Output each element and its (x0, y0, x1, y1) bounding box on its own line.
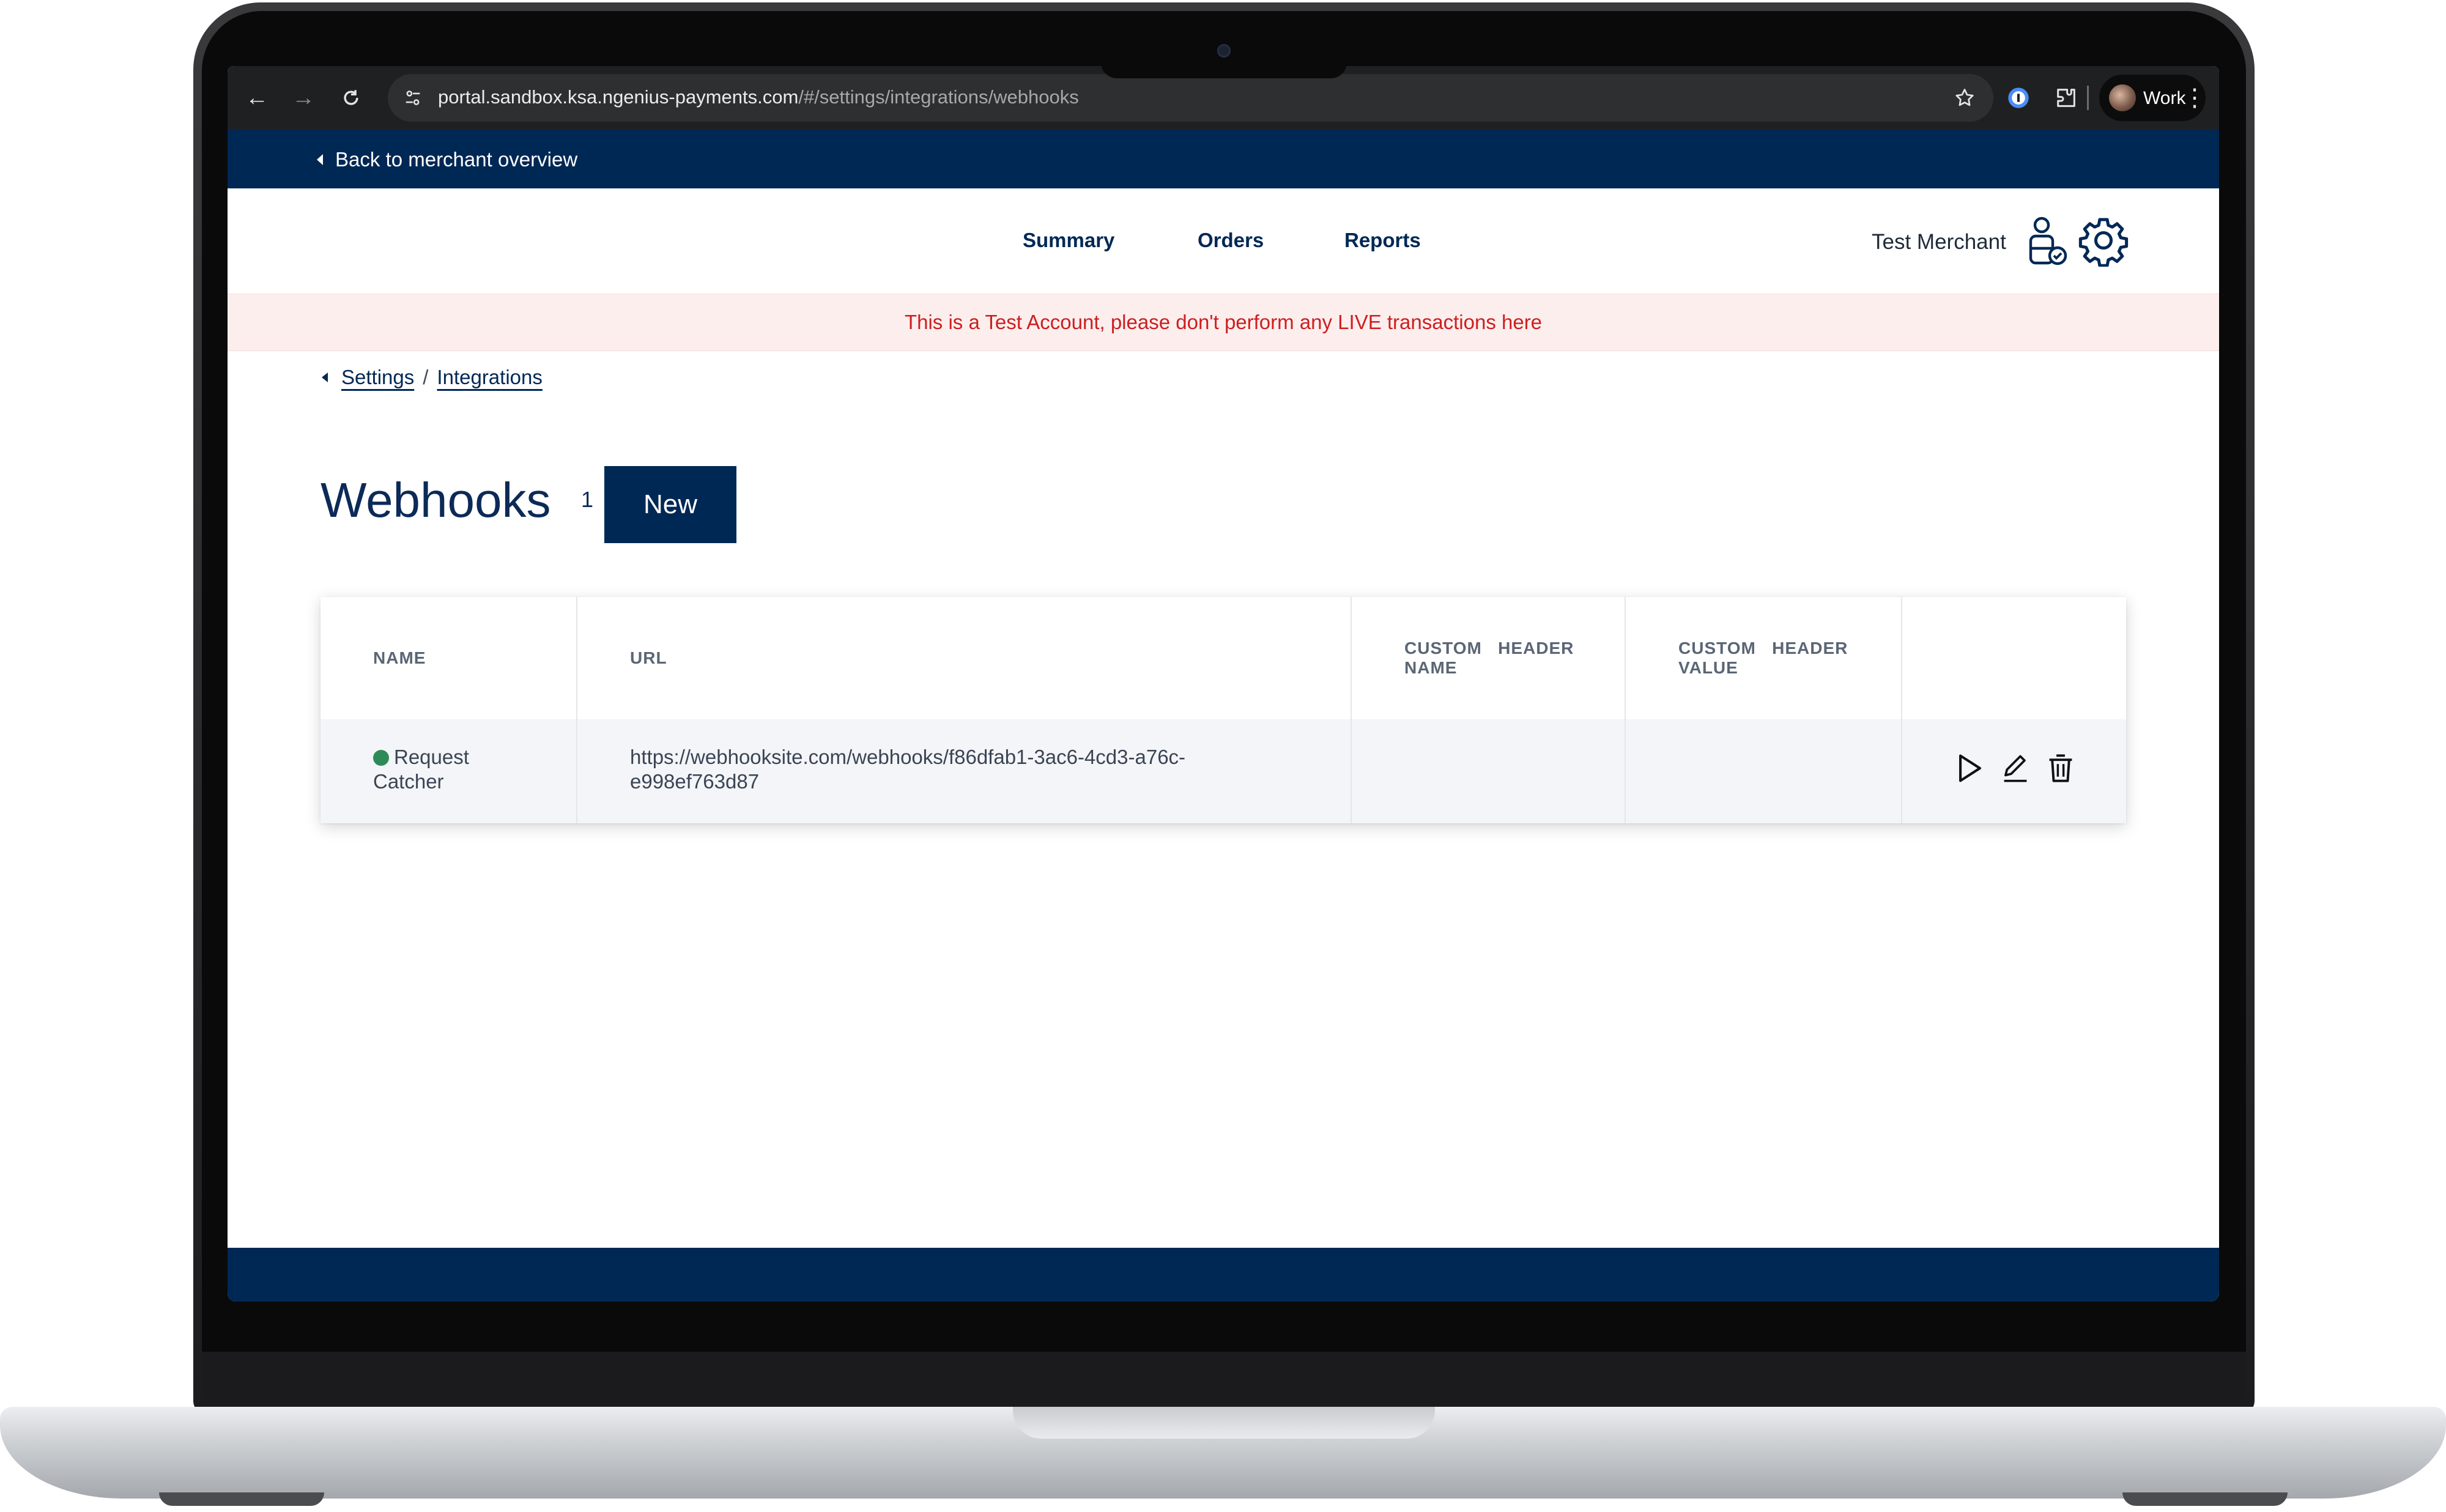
url-host: portal.sandbox.ksa.ngenius-payments.com (438, 86, 799, 108)
laptop-frame: ← → portal.sandbox.ksa.ngenius-payments.… (0, 0, 2446, 1512)
column-custom-header-name: CUSTOM HEADER NAME (1352, 597, 1626, 823)
forward-arrow-icon[interactable]: → (285, 80, 322, 116)
address-bar[interactable]: portal.sandbox.ksa.ngenius-payments.com/… (388, 74, 1993, 122)
breadcrumb-settings[interactable]: Settings (341, 366, 414, 389)
toolbar-divider (2087, 86, 2089, 110)
header-custom-header-value-line1: CUSTOM HEADER (1678, 639, 1848, 658)
header-name: NAME (373, 648, 426, 667)
new-webhook-button[interactable]: New (604, 466, 736, 543)
column-custom-header-value: CUSTOM HEADER VALUE (1626, 597, 1902, 823)
laptop-foot-left (159, 1492, 324, 1506)
profile-avatar (2109, 84, 2136, 111)
laptop-foot-right (2122, 1492, 2288, 1506)
nav-orders[interactable]: Orders (1198, 229, 1264, 252)
header-actions (1902, 597, 2126, 719)
column-url: URL https://webhooksite.com/webhooks/f86… (577, 597, 1352, 823)
merchant-name[interactable]: Test Merchant (1872, 230, 2006, 254)
laptop-base-notch (1013, 1407, 1435, 1439)
row-url-cell: https://webhooksite.com/webhooks/f86dfab… (577, 719, 1351, 823)
row-url-line2: e998ef763d87 (630, 770, 760, 793)
pencil-icon[interactable] (1998, 750, 2033, 787)
back-to-merchant-link[interactable]: Back to merchant overview (317, 148, 577, 171)
row-name-line2: Catcher (373, 770, 444, 793)
password-manager-icon[interactable] (2001, 81, 2036, 115)
webhooks-table: NAME Request Catcher URL https://webhook… (321, 597, 2126, 823)
header-custom-header-value-line2: VALUE (1678, 658, 1738, 677)
column-actions (1902, 597, 2126, 823)
test-account-warning: This is a Test Account, please don't per… (228, 294, 2219, 351)
camera-icon (1217, 44, 1231, 57)
play-icon[interactable] (1952, 750, 1988, 787)
page-title: Webhooks (321, 473, 551, 527)
column-name: NAME Request Catcher (321, 597, 577, 823)
breadcrumb-separator: / (423, 366, 429, 388)
back-link-label: Back to merchant overview (335, 148, 578, 171)
caret-left-icon (317, 154, 323, 165)
bottom-bezel (202, 1352, 2246, 1413)
merchant-topbar: Back to merchant overview (228, 130, 2219, 188)
nav-reports[interactable]: Reports (1344, 229, 1421, 252)
caret-left-icon (322, 372, 328, 382)
bookmark-star-icon[interactable] (1949, 83, 1980, 113)
row-name-line1: Request (394, 746, 469, 768)
breadcrumb: Settings / Integrations (322, 366, 543, 389)
extensions-icon[interactable] (2049, 81, 2083, 115)
webhook-count: 1 (581, 487, 594, 512)
screen: ← → portal.sandbox.ksa.ngenius-payments.… (228, 66, 2219, 1302)
site-info-icon[interactable] (399, 84, 427, 112)
reload-icon[interactable] (333, 80, 369, 116)
back-arrow-icon[interactable]: ← (239, 80, 275, 116)
header-custom-header-name: CUSTOM HEADER NAME (1352, 597, 1625, 719)
row-url-line1: https://webhooksite.com/webhooks/f86dfab… (630, 746, 1186, 768)
row-custom-header-value-cell (1626, 719, 1901, 823)
nav-summary[interactable]: Summary (1023, 229, 1114, 252)
row-custom-header-name-cell (1352, 719, 1625, 823)
header-custom-header-value: CUSTOM HEADER VALUE (1626, 597, 1901, 719)
trash-icon[interactable] (2043, 750, 2078, 787)
kebab-menu-icon[interactable]: ⋮ (2182, 80, 2207, 116)
main-nav: Summary Orders Reports Test Merchant (228, 188, 2219, 294)
header-url: URL (630, 648, 667, 667)
table-row[interactable]: Request Catcher (321, 719, 576, 823)
url-text: portal.sandbox.ksa.ngenius-payments.com/… (438, 86, 1079, 108)
header-custom-header-name-line2: NAME (1404, 658, 1458, 677)
merchant-user-icon[interactable] (2025, 215, 2069, 268)
active-status-dot (373, 750, 389, 766)
gear-icon[interactable] (2077, 214, 2130, 267)
url-path: /#/settings/integrations/webhooks (798, 86, 1079, 108)
footer-band (228, 1248, 2219, 1302)
header-custom-header-name-line1: CUSTOM HEADER (1404, 639, 1574, 658)
profile-label: Work (2143, 88, 2186, 108)
breadcrumb-integrations[interactable]: Integrations (437, 366, 542, 389)
